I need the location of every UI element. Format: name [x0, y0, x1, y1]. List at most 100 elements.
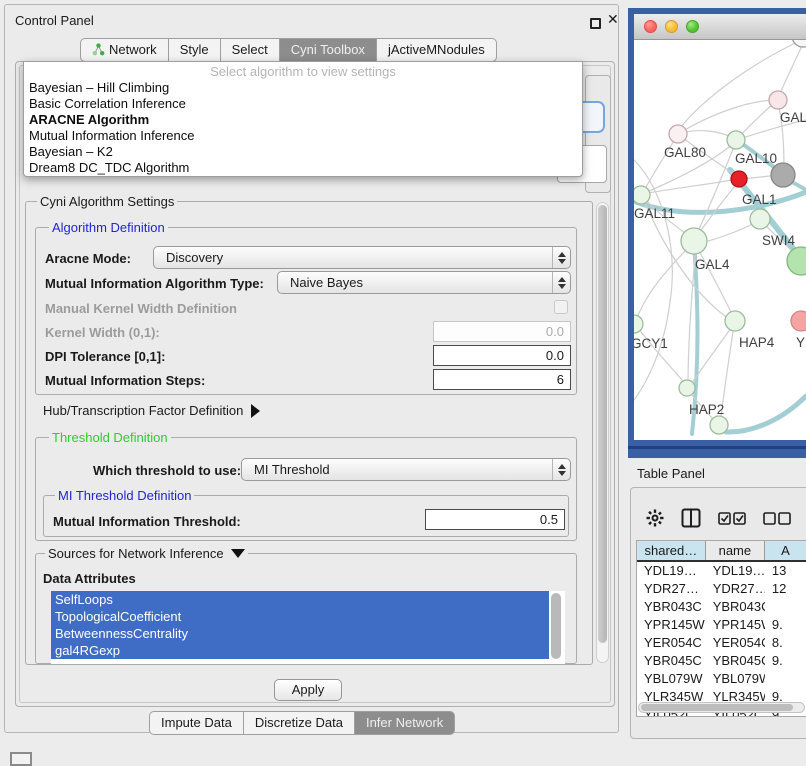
- table-cell: YDL19…: [706, 562, 765, 580]
- node-GCY1[interactable]: [634, 315, 643, 333]
- node-GAL4[interactable]: [681, 228, 707, 254]
- control-panel: Control Panel ✕ Network Style SelectCyni T…: [4, 4, 619, 733]
- tab-infer-network[interactable]: Infer Network: [354, 711, 455, 735]
- split-columns-icon[interactable]: [681, 508, 701, 528]
- mi-steps-input[interactable]: 6: [433, 369, 571, 390]
- node-HAP4[interactable]: [725, 311, 745, 331]
- table-horizontal-scrollbar[interactable]: [638, 702, 805, 713]
- table-row[interactable]: YBR045CYBR045C9.: [637, 652, 806, 670]
- collapsed-arrow-icon: [251, 404, 260, 418]
- node-green[interactable]: [787, 247, 806, 275]
- node-GAL7[interactable]: [769, 91, 787, 109]
- algorithm-option[interactable]: Bayesian – Hill Climbing: [24, 80, 582, 96]
- node-GAL10[interactable]: [727, 131, 745, 149]
- node-SWI4[interactable]: [750, 209, 770, 229]
- table-row[interactable]: YDL19…YDL19…13: [637, 562, 806, 580]
- table-cell: YBR045C: [637, 652, 706, 670]
- algorithm-option[interactable]: Dream8 DC_TDC Algorithm: [24, 160, 582, 176]
- node-HAP2[interactable]: [679, 380, 695, 396]
- gear-icon[interactable]: [646, 509, 664, 527]
- node-label-SWI4: SWI4: [762, 233, 795, 248]
- node-label-pinkY: Y: [796, 335, 805, 350]
- tab-label: Style: [180, 42, 209, 57]
- corner-panel-icon[interactable]: [10, 752, 32, 766]
- column-header[interactable]: A: [765, 541, 806, 560]
- mi-threshold-title: MI Threshold Definition: [55, 488, 194, 503]
- minimize-traffic-icon[interactable]: [665, 20, 678, 33]
- float-window-icon[interactable]: [590, 18, 601, 29]
- which-threshold-value: MI Threshold: [242, 462, 552, 477]
- table-cell: YBR043C: [706, 598, 765, 616]
- attributes-scrollbar-thumb[interactable]: [551, 593, 561, 659]
- hub-definition-toggle[interactable]: Hub/Transcription Factor Definition: [43, 403, 260, 418]
- tab-label: jActiveMNodules: [388, 42, 485, 57]
- dpi-tolerance-input[interactable]: 0.0: [433, 345, 571, 366]
- mi-type-combo[interactable]: Naive Bayes: [277, 271, 571, 294]
- node-pinkY[interactable]: [791, 311, 806, 331]
- tab-style[interactable]: Style: [168, 38, 221, 62]
- checked-columns-icon[interactable]: [718, 512, 746, 525]
- algorithm-option[interactable]: Mutual Information Inference: [24, 128, 582, 144]
- node-GAL1[interactable]: [731, 171, 747, 187]
- close-traffic-icon[interactable]: [644, 20, 657, 33]
- algorithm-option[interactable]: Basic Correlation Inference: [24, 96, 582, 112]
- attribute-item[interactable]: gal4RGexp: [51, 642, 549, 659]
- algorithm-option[interactable]: Bayesian – K2: [24, 144, 582, 160]
- node-GAL80[interactable]: [669, 125, 687, 143]
- algorithm-dropdown-popup: Select algorithm to view settings Bayesi…: [23, 61, 583, 177]
- algorithm-definition-title: Algorithm Definition: [49, 220, 168, 235]
- table-row[interactable]: YDR27…YDR27…12: [637, 580, 806, 598]
- zoom-traffic-icon[interactable]: [686, 20, 699, 33]
- tab-discretize-data[interactable]: Discretize Data: [243, 711, 355, 735]
- table-cell: YDR27…: [637, 580, 706, 598]
- attribute-item[interactable]: BetweennessCentrality: [51, 625, 549, 642]
- manual-kernel-checkbox[interactable]: [554, 300, 568, 314]
- tab-jactivemnodules[interactable]: jActiveMNodules: [376, 38, 497, 62]
- apply-button[interactable]: Apply: [274, 679, 342, 701]
- tab-cyni-toolbox[interactable]: Cyni Toolbox: [279, 38, 377, 62]
- which-threshold-combo[interactable]: MI Threshold: [241, 458, 571, 481]
- tab-select[interactable]: Select: [220, 38, 280, 62]
- unchecked-columns-icon[interactable]: [763, 512, 791, 525]
- node-label-GAL11: GAL11: [634, 206, 675, 221]
- algorithm-dropdown-prompt: Select algorithm to view settings: [24, 62, 582, 80]
- node-gray[interactable]: [771, 163, 795, 187]
- algorithm-dropdown-list: Bayesian – Hill ClimbingBasic Correlatio…: [24, 80, 582, 176]
- close-icon[interactable]: ✕: [607, 11, 619, 28]
- table-row[interactable]: YER054CYER054C8.: [637, 634, 806, 652]
- node-bottom[interactable]: [710, 416, 728, 434]
- kernel-width-input[interactable]: 0.0: [433, 321, 571, 342]
- sources-toggle[interactable]: Sources for Network Inference: [45, 546, 248, 561]
- control-panel-title: Control Panel: [15, 13, 94, 28]
- attribute-item[interactable]: TopologicalCoefficient: [51, 608, 549, 625]
- network-window-titlebar[interactable]: [634, 14, 806, 40]
- hub-definition-label: Hub/Transcription Factor Definition: [43, 403, 243, 418]
- network-edge: [678, 100, 777, 134]
- column-header[interactable]: name: [706, 541, 765, 560]
- table-scrollbar-thumb[interactable]: [641, 704, 793, 711]
- table-row[interactable]: YBR043CYBR043C: [637, 598, 806, 616]
- table-cell: YBR043C: [637, 598, 706, 616]
- settings-scrollbar-thumb[interactable]: [598, 205, 607, 643]
- table-row[interactable]: YPR145WYPR145W9.: [637, 616, 806, 634]
- attribute-item[interactable]: SelfLoops: [51, 591, 549, 608]
- aracne-mode-combo[interactable]: Discovery: [153, 246, 571, 269]
- node-GAL11[interactable]: [634, 186, 650, 204]
- table-cell: YDL19…: [637, 562, 706, 580]
- mi-threshold-input[interactable]: 0.5: [425, 509, 565, 530]
- network-canvas[interactable]: GALGAL80GAL10GAL1GAL11SWI4GAL4GCY1HAP4YH…: [634, 40, 806, 446]
- settings-vertical-scrollbar[interactable]: [596, 202, 609, 663]
- table-cell: YER054C: [637, 634, 706, 652]
- algorithm-option[interactable]: ARACNE Algorithm: [24, 112, 582, 128]
- network-edge: [635, 242, 694, 324]
- table-cell: 12: [765, 580, 806, 598]
- tab-network[interactable]: Network: [80, 38, 169, 62]
- mi-type-value: Naive Bayes: [278, 275, 552, 290]
- cyni-bottom-tabs: Impute DataDiscretize DataInfer Network: [150, 711, 455, 735]
- mi-threshold-label: Mutual Information Threshold:: [53, 514, 241, 529]
- table-row[interactable]: YBL079WYBL079W: [637, 670, 806, 688]
- node-top[interactable]: [792, 40, 806, 47]
- table-cell: YBL079W: [637, 670, 706, 688]
- tab-impute-data[interactable]: Impute Data: [149, 711, 244, 735]
- column-header[interactable]: shared…: [637, 541, 706, 560]
